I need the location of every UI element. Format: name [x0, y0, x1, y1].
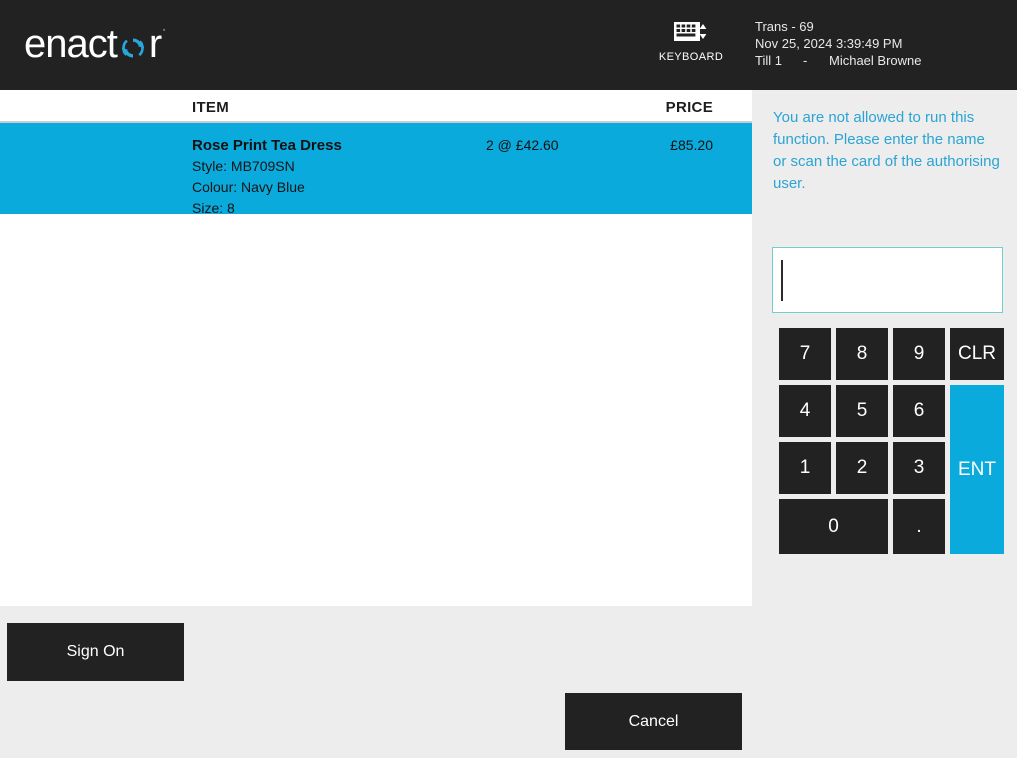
key-6[interactable]: 6 [893, 385, 945, 437]
till-operator-row: Till 1 - Michael Browne [755, 52, 922, 69]
key-5[interactable]: 5 [836, 385, 888, 437]
column-header-item: ITEM [192, 99, 230, 116]
column-header-price: PRICE [665, 99, 713, 116]
refresh-cycle-icon [118, 33, 148, 63]
cancel-button[interactable]: Cancel [565, 693, 742, 750]
transaction-number: Trans - 69 [755, 19, 814, 34]
key-1[interactable]: 1 [779, 442, 831, 494]
authorising-user-input[interactable] [772, 247, 1003, 313]
transaction-datetime: Nov 25, 2024 3:39:49 PM [755, 36, 903, 51]
key-4[interactable]: 4 [779, 385, 831, 437]
receipt-line-item[interactable]: Rose Print Tea Dress Style: MB709SN Colo… [0, 123, 752, 216]
key-0[interactable]: 0 [779, 499, 888, 554]
app-header: enact r · KEYBOARD Trans - 69 Nov 25, 20… [0, 0, 1017, 90]
logo-text-after: r [148, 22, 162, 66]
receipt-column-header: ITEM PRICE [0, 90, 752, 123]
pos-application: enact r · KEYBOARD Trans - 69 Nov 25, 20… [0, 0, 1017, 758]
transaction-info: Trans - 69 Nov 25, 2024 3:39:49 PM Till … [755, 18, 922, 69]
enactor-logo: enact r · [24, 22, 166, 66]
key-9[interactable]: 9 [893, 328, 945, 380]
logo-text-before: enact [24, 22, 118, 66]
operator-name: Michael Browne [829, 53, 922, 68]
keyboard-button-label: KEYBOARD [658, 51, 724, 63]
key-7[interactable]: 7 [779, 328, 831, 380]
key-clear[interactable]: CLR [950, 328, 1004, 380]
line-item-description: Rose Print Tea Dress Style: MB709SN Colo… [192, 135, 342, 219]
line-item-style: Style: MB709SN [192, 158, 295, 174]
line-item-size: Size: 8 [192, 200, 235, 216]
line-item-quantity-price: 2 @ £42.60 [486, 137, 559, 153]
line-item-amount: £85.20 [670, 137, 713, 153]
key-8[interactable]: 8 [836, 328, 888, 380]
authorisation-panel: You are not allowed to run this function… [752, 90, 1017, 758]
keyboard-button[interactable]: KEYBOARD [655, 20, 727, 63]
authorisation-message: You are not allowed to run this function… [773, 109, 1000, 192]
numeric-keypad: 7 8 9 CLR 4 5 6 1 2 3 0 . ENT [779, 328, 1004, 554]
till-operator-separator: - [803, 53, 808, 68]
key-3[interactable]: 3 [893, 442, 945, 494]
sign-on-button[interactable]: Sign On [7, 623, 184, 681]
key-decimal[interactable]: . [893, 499, 945, 554]
line-item-colour: Colour: Navy Blue [192, 179, 305, 195]
text-caret [781, 260, 783, 301]
key-2[interactable]: 2 [836, 442, 888, 494]
line-item-name: Rose Print Tea Dress [192, 137, 342, 154]
logo-trademark: · [162, 24, 166, 36]
receipt-panel: ITEM PRICE Rose Print Tea Dress Style: M… [0, 90, 752, 606]
key-enter[interactable]: ENT [950, 385, 1004, 554]
keyboard-icon [655, 20, 727, 46]
till-id: Till 1 [755, 53, 782, 68]
